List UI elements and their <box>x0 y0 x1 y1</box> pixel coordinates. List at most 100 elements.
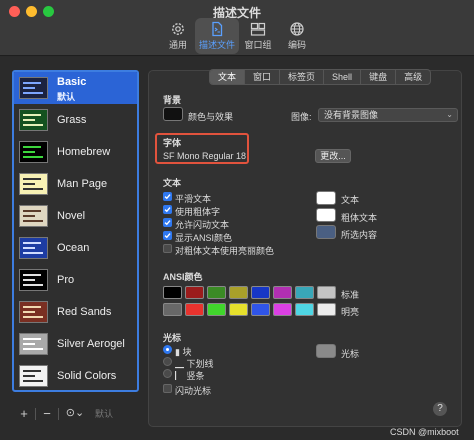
bright-bold-checkbox[interactable] <box>163 244 172 253</box>
ansi-bright-magenta-well[interactable] <box>273 303 292 316</box>
blink-text-checkbox[interactable] <box>163 218 172 227</box>
profile-thumbnail <box>19 173 48 195</box>
toolbar-encodings[interactable]: 编码 <box>275 18 319 54</box>
ansi-bright-yellow-well[interactable] <box>229 303 248 316</box>
checkmark-icon <box>164 220 171 226</box>
add-profile-button[interactable]: + <box>16 406 32 422</box>
profile-item-solid-colors[interactable]: Solid Colors <box>14 360 137 390</box>
text-color-well[interactable] <box>316 191 336 205</box>
ansi-bright-label: 明亮 <box>341 307 360 317</box>
profile-item-silver-aerogel[interactable]: Silver Aerogel <box>14 328 137 360</box>
ansi-bright-black-well[interactable] <box>163 303 182 316</box>
profile-default-badge: 默认 <box>57 92 76 102</box>
profile-name: Solid Colors <box>57 370 117 382</box>
cursor-block-radio[interactable] <box>163 345 172 354</box>
profile-item-homebrew[interactable]: Homebrew <box>14 136 137 168</box>
profile-thumbnail <box>19 301 48 323</box>
checkmark-icon <box>164 233 171 239</box>
ansi-normal-label: 标准 <box>341 290 360 300</box>
ansi-normal-green-well[interactable] <box>207 286 226 299</box>
profile-name: Basic <box>57 76 87 88</box>
profile-item-man-page[interactable]: Man Page <box>14 168 137 200</box>
cursor-bar-radio[interactable] <box>163 369 172 378</box>
main-area: Basic 默认 Grass Homebrew Man Page Novel O… <box>0 57 474 440</box>
ansi-bright-green-well[interactable] <box>207 303 226 316</box>
ansi-colors-checkbox[interactable] <box>163 231 172 240</box>
cursor-color-label: 光标 <box>341 349 360 359</box>
ansi-normal-red-well[interactable] <box>185 286 204 299</box>
ansi-bright-white-well[interactable] <box>317 303 336 316</box>
bold-text-color-label: 粗体文本 <box>341 213 378 223</box>
ansi-normal-cyan-well[interactable] <box>295 286 314 299</box>
globe-icon <box>290 22 304 36</box>
ansi-normal-blue-well[interactable] <box>251 286 270 299</box>
gear-icon <box>172 23 184 35</box>
ansi-normal-white-well[interactable] <box>317 286 336 299</box>
profile-item-ocean[interactable]: Ocean <box>14 232 137 264</box>
smooth-text-label: 平滑文本 <box>175 194 212 204</box>
blink-cursor-checkbox[interactable] <box>163 384 172 393</box>
settings-tabs: 文本 窗口 标签页 Shell 键盘 高级 <box>209 69 432 85</box>
background-color-well[interactable] <box>163 107 183 121</box>
cursor-bar-label: ▏ 竖条 <box>175 371 205 381</box>
tab-text[interactable]: 文本 <box>210 70 245 84</box>
profile-name: Homebrew <box>57 146 111 158</box>
background-image-select[interactable]: 没有背景图像 ⌄ <box>318 108 458 122</box>
tab-keyboard[interactable]: 键盘 <box>360 70 395 84</box>
ansi-normal-yellow-well[interactable] <box>229 286 248 299</box>
text-heading: 文本 <box>163 178 182 188</box>
ansi-bright-cyan-well[interactable] <box>295 303 314 316</box>
help-button[interactable]: ? <box>433 402 447 416</box>
window-group-icon <box>250 22 266 36</box>
title-bar: 描述文件 通用 描述文件 窗口组 编码 <box>0 0 474 56</box>
selection-color-well[interactable] <box>316 225 336 239</box>
bold-text-color-well[interactable] <box>316 208 336 222</box>
profile-item-pro[interactable]: Pro <box>14 264 137 296</box>
toolbar-general[interactable]: 通用 <box>156 18 200 54</box>
profile-name: Silver Aerogel <box>57 338 125 350</box>
profile-item-novel[interactable]: Novel <box>14 200 137 232</box>
smooth-text-checkbox[interactable] <box>163 192 172 201</box>
toolbar-window-groups-label: 窗口组 <box>244 40 272 50</box>
profile-item-basic[interactable]: Basic 默认 <box>14 72 137 104</box>
tab-shell[interactable]: Shell <box>323 70 360 84</box>
document-icon <box>212 21 223 37</box>
profiles-toolbar: + − ⊙⌄ 默认 <box>12 406 139 422</box>
set-default-button[interactable]: 默认 <box>95 407 113 420</box>
cursor-underline-radio[interactable] <box>163 357 172 366</box>
checkmark-icon <box>164 194 171 200</box>
background-heading: 背景 <box>163 95 182 105</box>
selection-color-label: 所选内容 <box>341 230 378 240</box>
image-label: 图像: <box>291 112 312 122</box>
cursor-heading: 光标 <box>163 333 182 343</box>
toolbar-window-groups[interactable]: 窗口组 <box>236 18 280 54</box>
more-actions-button[interactable]: ⊙⌄ <box>62 406 88 422</box>
profile-thumbnail <box>19 109 48 131</box>
bold-font-checkbox[interactable] <box>163 205 172 214</box>
color-effect-label: 颜色与效果 <box>188 112 234 122</box>
remove-profile-button[interactable]: − <box>39 406 55 422</box>
tab-tab[interactable]: 标签页 <box>279 70 323 84</box>
ansi-bright-blue-well[interactable] <box>251 303 270 316</box>
divider <box>58 408 59 420</box>
profile-item-grass[interactable]: Grass <box>14 104 137 136</box>
profile-thumbnail <box>19 237 48 259</box>
profiles-list[interactable]: Basic 默认 Grass Homebrew Man Page Novel O… <box>12 70 139 392</box>
cursor-color-well[interactable] <box>316 344 336 358</box>
ansi-bright-red-well[interactable] <box>185 303 204 316</box>
ansi-heading: ANSI颜色 <box>163 272 203 282</box>
toolbar-general-label: 通用 <box>168 40 187 50</box>
profile-thumbnail <box>19 141 48 163</box>
watermark-text: CSDN @mixboot <box>390 427 459 437</box>
profile-item-red-sands[interactable]: Red Sands <box>14 296 137 328</box>
ansi-normal-magenta-well[interactable] <box>273 286 292 299</box>
profile-thumbnail <box>19 269 48 291</box>
tab-advanced[interactable]: 高级 <box>395 70 430 84</box>
toolbar-profiles-label: 描述文件 <box>198 40 235 50</box>
change-font-button[interactable]: 更改... <box>315 149 351 163</box>
profile-name: Pro <box>57 274 75 286</box>
tab-window[interactable]: 窗口 <box>244 70 279 84</box>
bold-font-label: 使用粗体字 <box>175 207 221 217</box>
ansi-normal-black-well[interactable] <box>163 286 182 299</box>
toolbar-profiles[interactable]: 描述文件 <box>195 18 239 54</box>
